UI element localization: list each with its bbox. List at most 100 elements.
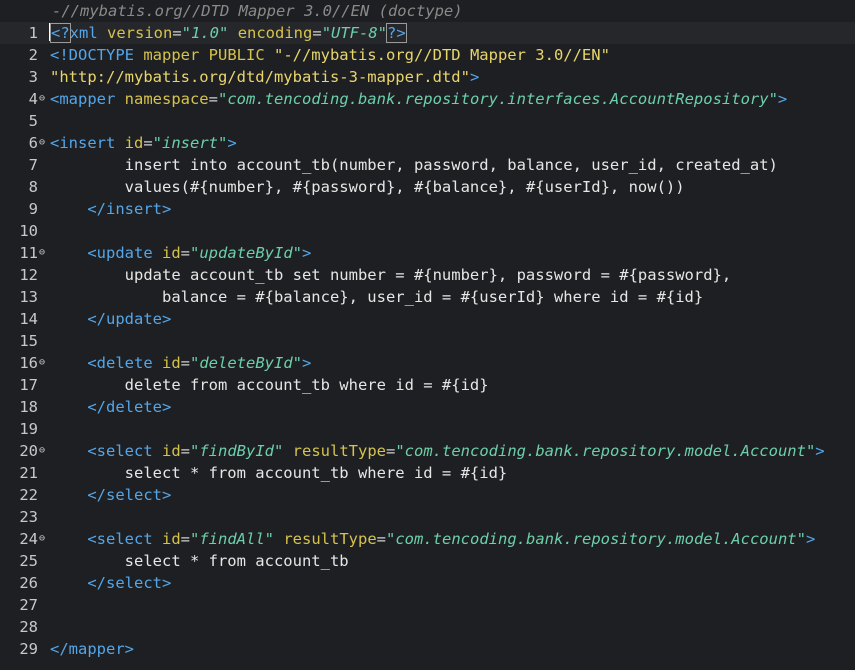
code-line[interactable]: 19 (0, 418, 855, 440)
fold-toggle-icon[interactable]: ⊖ (39, 444, 48, 458)
code-line[interactable]: 12 update account_tb set number = #{numb… (0, 264, 855, 286)
code-text[interactable]: <select id="findAll" resultType="com.ten… (50, 528, 815, 550)
code-line[interactable]: 23 (0, 506, 855, 528)
code-text[interactable]: select * from account_tb (50, 550, 349, 572)
code-line[interactable]: 14 </update> (0, 308, 855, 330)
code-token: encoding (237, 24, 313, 42)
fold-toggle-icon[interactable]: ⊖ (39, 532, 48, 546)
code-line[interactable]: 4 ⊖ <mapper namespace="com.tencoding.bank.… (0, 88, 855, 110)
code-line[interactable]: 17 delete from account_tb where id = #{i… (0, 374, 855, 396)
code-text[interactable]: </update> (50, 308, 171, 330)
code-token: </delete> (87, 398, 172, 416)
code-line[interactable]: 15 (0, 330, 855, 352)
code-line[interactable]: 21 select * from account_tb where id = #… (0, 462, 855, 484)
code-line[interactable]: 7 insert into account_tb(number, passwor… (0, 154, 855, 176)
code-token: balance = #{balance}, user_id = #{userId… (50, 288, 704, 306)
code-text[interactable]: </insert> (50, 198, 171, 220)
code-text[interactable]: </select> (50, 572, 171, 594)
code-token: > (469, 68, 480, 86)
code-token: namespace (124, 90, 209, 108)
code-token: > (777, 90, 788, 108)
code-token: <? (50, 23, 71, 43)
code-line[interactable]: 22 </select> (0, 484, 855, 506)
code-line[interactable]: 8 values(#{number}, #{password}, #{balan… (0, 176, 855, 198)
code-text[interactable]: <mapper namespace="com.tencoding.bank.re… (50, 88, 787, 110)
line-number: 13 (19, 288, 38, 306)
code-text[interactable]: delete from account_tb where id = #{id} (50, 374, 489, 396)
line-number: 9 (28, 200, 38, 218)
code-text[interactable]: <delete id="deleteById"> (50, 352, 311, 374)
code-line[interactable]: 11 ⊖ <update id="updateById"> (0, 242, 855, 264)
fold-toggle-icon[interactable]: ⊖ (39, 92, 48, 106)
code-text[interactable]: <!DOCTYPE mapper PUBLIC "-//mybatis.org/… (50, 44, 610, 66)
code-line[interactable]: 20 ⊖ <select id="findById" resultType="co… (0, 440, 855, 462)
code-line[interactable]: 5 (0, 110, 855, 132)
code-line[interactable]: 28 (0, 616, 855, 638)
line-number: 25 (19, 552, 38, 570)
line-number: 7 (28, 156, 38, 174)
code-text[interactable]: </select> (50, 484, 171, 506)
code-text[interactable]: insert into account_tb(number, password,… (50, 154, 778, 176)
code-token: "deleteById" (190, 354, 302, 372)
code-line[interactable]: 29 </mapper> (0, 638, 855, 660)
code-token: = (180, 354, 190, 372)
code-text[interactable]: </mapper> (50, 638, 134, 660)
doctype-hint-label: -//mybatis.org//DTD Mapper 3.0//EN (doct… (52, 2, 463, 20)
code-line[interactable]: 25 select * from account_tb (0, 550, 855, 572)
line-number: 5 (28, 112, 38, 130)
code-line[interactable]: 13 balance = #{balance}, user_id = #{use… (0, 286, 855, 308)
code-line[interactable]: 9 </insert> (0, 198, 855, 220)
code-token: <delete (87, 354, 162, 372)
code-text[interactable]: update account_tb set number = #{number}… (50, 264, 732, 286)
line-number: 22 (19, 486, 38, 504)
fold-toggle-icon[interactable]: ⊖ (39, 356, 48, 370)
code-token: "findById" (190, 442, 284, 460)
line-number: 3 (28, 68, 38, 86)
code-text[interactable]: <select id="findById" resultType="com.te… (50, 440, 824, 462)
fold-toggle-icon[interactable]: ⊖ (39, 136, 48, 150)
line-number: 10 (19, 222, 38, 240)
code-text[interactable]: select * from account_tb where id = #{id… (50, 462, 508, 484)
code-line[interactable]: 1 <?xml version="1.0" encoding="UTF-8"?> (0, 22, 855, 44)
code-text[interactable]: "http://mybatis.org/dtd/mybatis-3-mapper… (50, 66, 479, 88)
code-line[interactable]: 2 <!DOCTYPE mapper PUBLIC "-//mybatis.org… (0, 44, 855, 66)
code-token: "http://mybatis.org/dtd/mybatis-3-mapper… (50, 68, 470, 86)
line-number: 19 (19, 420, 38, 438)
line-number: 8 (28, 178, 38, 196)
code-editor[interactable]: -//mybatis.org//DTD Mapper 3.0//EN (doct… (0, 0, 855, 670)
code-text[interactable]: <insert id="insert"> (50, 132, 237, 154)
code-line[interactable]: 24 ⊖ <select id="findAll" resultType="com… (0, 528, 855, 550)
line-number: 20 (19, 442, 38, 460)
code-token: > (805, 530, 816, 548)
code-line[interactable]: 3 "http://mybatis.org/dtd/mybatis-3-mappe… (0, 66, 855, 88)
code-token: = (180, 442, 190, 460)
code-token: "updateById" (190, 244, 302, 262)
code-token: = (180, 530, 190, 548)
code-token: id (161, 442, 181, 460)
code-token: <update (87, 244, 162, 262)
code-line[interactable]: 6 ⊖ <insert id="insert"> (0, 132, 855, 154)
code-token: values(#{number}, #{password}, #{balance… (50, 178, 685, 196)
code-text[interactable]: <update id="updateById"> (50, 242, 311, 264)
fold-toggle-icon[interactable]: ⊖ (39, 246, 48, 260)
code-token: "insert" (152, 134, 228, 152)
code-token: select * from account_tb (50, 552, 349, 570)
line-number: 21 (19, 464, 38, 482)
code-line[interactable]: 16 ⊖ <delete id="deleteById"> (0, 352, 855, 374)
code-line[interactable]: 10 (0, 220, 855, 242)
code-token: </insert> (87, 200, 172, 218)
code-token: select * from account_tb where id = #{id… (50, 464, 508, 482)
code-line[interactable]: 26 </select> (0, 572, 855, 594)
code-text[interactable]: </delete> (50, 396, 171, 418)
code-line[interactable]: 18 </delete> (0, 396, 855, 418)
code-token: "com.tencoding.bank.repository.interface… (218, 90, 778, 108)
code-text[interactable]: balance = #{balance}, user_id = #{userId… (50, 286, 703, 308)
code-text[interactable]: values(#{number}, #{password}, #{balance… (50, 176, 685, 198)
code-line[interactable]: 27 (0, 594, 855, 616)
code-text[interactable]: <?xml version="1.0" encoding="UTF-8"?> (49, 22, 407, 44)
code-token: id (161, 244, 181, 262)
code-token: id (161, 530, 181, 548)
